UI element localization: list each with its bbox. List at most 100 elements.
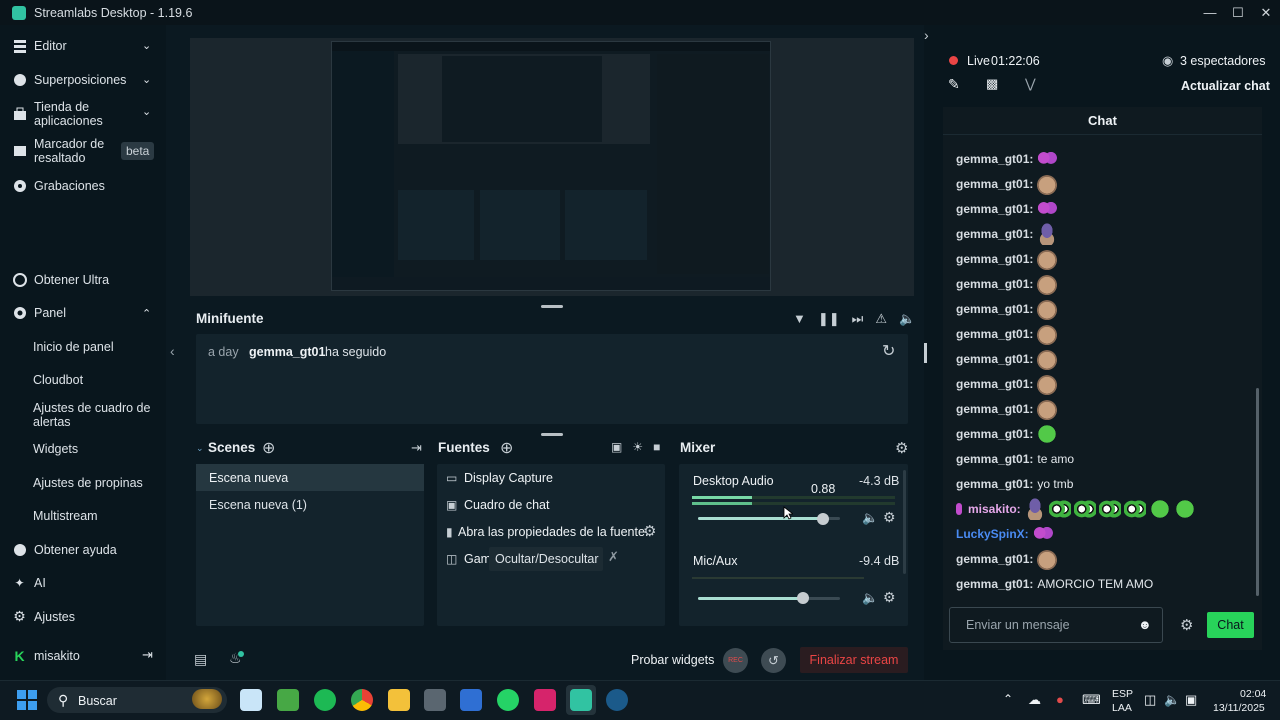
sidebar-item-store[interactable]: Tienda de aplicaciones [12, 100, 116, 128]
chrome-icon[interactable] [351, 689, 373, 711]
network-icon[interactable]: ◫ [1144, 692, 1156, 708]
sidebar-item-ultra[interactable]: Obtener Ultra [12, 272, 109, 287]
steam-icon[interactable] [606, 689, 628, 711]
source-item[interactable]: Cuadro de chat [464, 498, 549, 512]
maximize-icon[interactable]: ☐ [1224, 0, 1252, 25]
filter-icon[interactable]: ▼ [793, 311, 806, 327]
resize-handle[interactable] [541, 433, 563, 436]
unity-icon[interactable] [424, 689, 446, 711]
cloud-icon[interactable]: ☁ [1028, 692, 1041, 708]
chat-username[interactable]: gemma_gt01: [956, 352, 1033, 366]
chevron-down-icon[interactable]: ⌄ [142, 73, 151, 86]
edit-icon[interactable]: ✎ [948, 76, 960, 93]
file-explorer-icon[interactable] [388, 689, 410, 711]
source-item[interactable]: Gam [464, 552, 491, 566]
chat-username[interactable]: misakito: [968, 502, 1021, 516]
sidebar-item-settings[interactable]: ⚙ Ajustes [12, 608, 75, 624]
streamlabs-taskbar-icon[interactable] [570, 689, 592, 711]
add-source-icon[interactable]: ⊕ [500, 438, 513, 458]
chat-username[interactable]: gemma_gt01: [956, 202, 1033, 216]
chat-username[interactable]: gemma_gt01: [956, 452, 1033, 466]
mute-notifications-icon[interactable]: ⚠ [875, 311, 887, 327]
chat-username[interactable]: LuckySpinX: [956, 527, 1029, 541]
chevron-down-icon[interactable]: ⌄ [196, 443, 204, 454]
language-code[interactable]: ESP [1112, 688, 1133, 700]
camera-icon[interactable]: ▩ [986, 76, 998, 92]
keyboard-icon[interactable]: ⌨ [1082, 692, 1101, 708]
emoji-icon[interactable]: ☻ [1138, 617, 1152, 632]
scene-item[interactable]: Escena nueva [209, 471, 288, 485]
chat-username[interactable]: gemma_gt01: [956, 402, 1033, 416]
sidebar-item-help[interactable]: Obtener ayuda [12, 542, 117, 557]
gear-icon[interactable]: ⚙ [883, 509, 896, 526]
stats-icon[interactable]: ▤ [194, 651, 207, 668]
sidebar-item-recordings[interactable]: Grabaciones [12, 178, 105, 193]
chat-username[interactable]: gemma_gt01: [956, 427, 1033, 441]
sidebar-subitem-alertbox[interactable]: Ajustes de cuadro de alertas [33, 401, 153, 429]
source-filter-icon[interactable]: ☀ [632, 440, 643, 454]
minecraft-icon[interactable] [277, 689, 299, 711]
windows-start-icon[interactable] [17, 690, 37, 710]
send-chat-button[interactable]: Chat [1207, 612, 1254, 638]
gear-icon[interactable]: ⚙ [883, 589, 896, 606]
chat-username[interactable]: gemma_gt01: [956, 302, 1033, 316]
chevron-right-icon[interactable]: › [924, 27, 929, 43]
collapse-sidebar-icon[interactable]: ‹ [170, 343, 175, 359]
chat-username[interactable]: gemma_gt01: [956, 177, 1033, 191]
chevron-up-icon[interactable]: ⌃ [1003, 692, 1013, 706]
store-app-icon[interactable] [240, 689, 262, 711]
chat-username[interactable]: gemma_gt01: [956, 477, 1033, 491]
sidebar-subitem-multistream[interactable]: Multistream [33, 509, 98, 523]
volume-slider-knob[interactable] [817, 513, 829, 525]
volume-slider-knob[interactable] [797, 592, 809, 604]
chevron-up-icon[interactable]: ⌃ [142, 307, 151, 320]
chat-username[interactable]: gemma_gt01: [956, 552, 1033, 566]
gear-icon[interactable]: ⚙ [1180, 616, 1193, 634]
pause-icon[interactable]: ❚❚ [818, 311, 840, 327]
chat-scrollbar[interactable] [1256, 388, 1259, 596]
chat-username[interactable]: gemma_gt01: [956, 577, 1033, 591]
speaker-icon[interactable]: 🔈 [862, 590, 878, 606]
chat-username[interactable]: gemma_gt01: [956, 327, 1033, 341]
source-item[interactable]: Display Capture [464, 471, 553, 485]
sidebar-item-editor[interactable]: Editor [12, 38, 67, 53]
add-scene-icon[interactable]: ⊕ [262, 438, 275, 458]
chevron-down-icon[interactable]: ⌄ [142, 105, 151, 118]
chat-username[interactable]: gemma_gt01: [956, 377, 1033, 391]
skip-icon[interactable]: ⏭ [852, 311, 864, 327]
gear-icon[interactable]: ⚙ [643, 522, 656, 540]
sidebar-subitem-inicio[interactable]: Inicio de panel [33, 340, 114, 354]
sidebar-item-highlighter[interactable]: Marcador de resaltado [12, 137, 114, 165]
keyboard-layout[interactable]: LAA [1112, 702, 1132, 714]
volume-icon[interactable]: 🔈 [1164, 692, 1180, 708]
refresh-chat-button[interactable]: Actualizar chat [1181, 79, 1270, 93]
sidebar-item-panel[interactable]: Panel [12, 305, 66, 320]
scene-transition-icon[interactable]: ⇥ [411, 440, 422, 456]
chat-username[interactable]: gemma_gt01: [956, 152, 1033, 166]
capcut-icon[interactable] [534, 689, 556, 711]
source-layout-icon[interactable]: ▣ [611, 440, 622, 454]
chevron-down-icon[interactable]: ⌄ [142, 39, 151, 52]
microphone-icon[interactable]: ● [1056, 692, 1064, 707]
sidebar-user[interactable]: K misakito [12, 648, 79, 664]
scrollbar[interactable] [924, 343, 927, 363]
speaker-icon[interactable]: 🔈 [862, 510, 878, 526]
repeat-icon[interactable]: ↻ [882, 341, 895, 361]
eye-hidden-icon[interactable]: ✗ [608, 549, 619, 565]
close-icon[interactable]: ✕ [1252, 0, 1280, 25]
share-icon[interactable]: ⋁ [1025, 76, 1036, 92]
spotify-icon[interactable] [314, 689, 336, 711]
chat-username[interactable]: gemma_gt01: [956, 227, 1033, 241]
sidebar-subitem-cloudbot[interactable]: Cloudbot [33, 373, 83, 387]
scene-item[interactable]: Escena nueva (1) [209, 498, 307, 512]
mixer-scrollbar[interactable] [903, 470, 906, 574]
rec-button[interactable]: REC [723, 648, 748, 673]
whatsapp-icon[interactable] [497, 689, 519, 711]
chat-username[interactable]: gemma_gt01: [956, 277, 1033, 291]
volume-icon[interactable]: 🔈 [899, 311, 915, 327]
sidebar-item-ai[interactable]: ✦ AI [12, 575, 45, 590]
sidebar-subitem-tips[interactable]: Ajustes de propinas [33, 476, 143, 490]
chat-username[interactable]: gemma_gt01: [956, 252, 1033, 266]
replay-buffer-icon[interactable]: ↺ [761, 648, 786, 673]
sidebar-subitem-widgets[interactable]: Widgets [33, 442, 78, 456]
